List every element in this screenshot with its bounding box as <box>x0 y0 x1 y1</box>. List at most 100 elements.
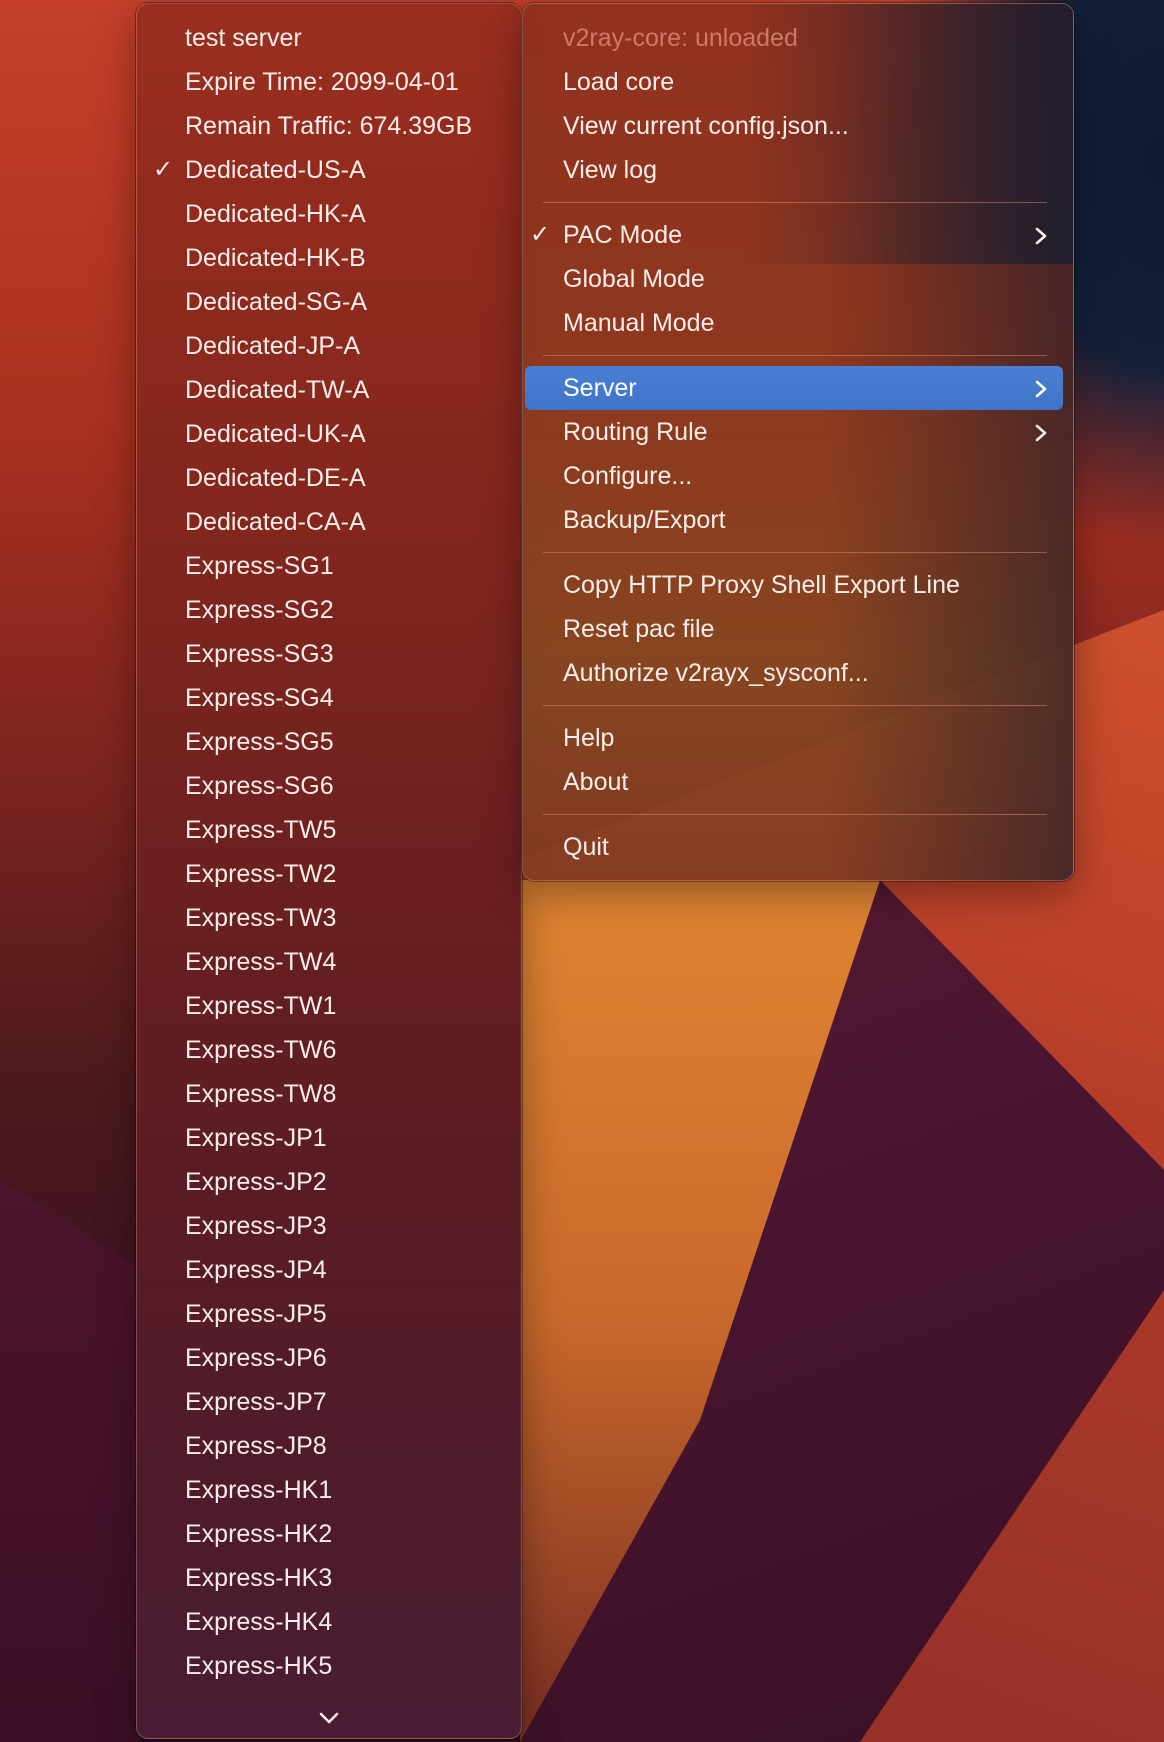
server-info-name[interactable]: test server <box>137 16 521 60</box>
server-item[interactable]: Express-JP8 <box>137 1424 521 1468</box>
core-status-label: v2ray-core: unloaded <box>563 24 798 52</box>
server-item-label: Express-TW5 <box>185 816 337 844</box>
server-item[interactable]: Dedicated-SG-A <box>137 280 521 324</box>
server-item-label: Dedicated-US-A <box>185 156 366 184</box>
server-item-label: Express-HK4 <box>185 1608 333 1636</box>
scroll-down-arrow[interactable] <box>137 1704 521 1728</box>
help-label: Help <box>563 724 615 752</box>
menu-item-view-config[interactable]: View current config.json... <box>525 104 1063 148</box>
menu-separator <box>543 814 1047 815</box>
menu-item-reset-pac[interactable]: Reset pac file <box>525 607 1063 651</box>
copy-http-proxy-label: Copy HTTP Proxy Shell Export Line <box>563 571 960 599</box>
menu-item-manual-mode[interactable]: Manual Mode <box>525 301 1063 345</box>
server-info-remain-traffic[interactable]: Remain Traffic: 674.39GB <box>137 104 521 148</box>
server-item[interactable]: Express-TW8 <box>137 1072 521 1116</box>
server-item[interactable]: Express-JP5 <box>137 1292 521 1336</box>
server-item[interactable]: Dedicated-CA-A <box>137 500 521 544</box>
menu-item-copy-http-proxy[interactable]: Copy HTTP Proxy Shell Export Line <box>525 563 1063 607</box>
server-item[interactable]: Express-TW4 <box>137 940 521 984</box>
server-item[interactable]: Dedicated-DE-A <box>137 456 521 500</box>
server-item-label: Express-HK3 <box>185 1564 333 1592</box>
menu-item-view-log[interactable]: View log <box>525 148 1063 192</box>
server-item[interactable]: Express-JP2 <box>137 1160 521 1204</box>
server-item-label: Express-HK2 <box>185 1520 333 1548</box>
menu-item-load-core[interactable]: Load core <box>525 60 1063 104</box>
pac-mode-label: PAC Mode <box>563 221 683 249</box>
menu-item-global-mode[interactable]: Global Mode <box>525 257 1063 301</box>
server-item[interactable]: Express-TW5 <box>137 808 521 852</box>
chevron-down-icon <box>319 1702 339 1731</box>
menu-separator <box>543 552 1047 553</box>
chevron-right-icon <box>1035 366 1049 410</box>
server-item[interactable]: Express-SG3 <box>137 632 521 676</box>
server-item-label: Express-JP8 <box>185 1432 327 1460</box>
server-item[interactable]: Express-JP1 <box>137 1116 521 1160</box>
load-core-label: Load core <box>563 68 675 96</box>
chevron-right-icon <box>1035 410 1049 454</box>
server-item-label: Express-JP4 <box>185 1256 327 1284</box>
server-info-name-label: test server <box>185 24 302 52</box>
server-item-label: Express-SG1 <box>185 552 334 580</box>
checkmark-icon: ✓ <box>530 221 551 248</box>
server-info-expire-label: Expire Time: 2099-04-01 <box>185 68 459 96</box>
server-item-label: Express-JP3 <box>185 1212 327 1240</box>
menu-item-backup-export[interactable]: Backup/Export <box>525 498 1063 542</box>
authorize-label: Authorize v2rayx_sysconf... <box>563 659 869 687</box>
server-item[interactable]: Express-SG5 <box>137 720 521 764</box>
server-info-expire-time[interactable]: Expire Time: 2099-04-01 <box>137 60 521 104</box>
menu-separator <box>543 202 1047 203</box>
server-item-label: Express-TW1 <box>185 992 337 1020</box>
server-item[interactable]: Express-SG2 <box>137 588 521 632</box>
v2rayx-status-menu: v2ray-core: unloaded Load core View curr… <box>522 3 1074 881</box>
server-item-label: Express-SG3 <box>185 640 334 668</box>
server-item-label: Express-TW3 <box>185 904 337 932</box>
server-item-label: Express-TW4 <box>185 948 337 976</box>
server-item[interactable]: Express-TW3 <box>137 896 521 940</box>
view-log-label: View log <box>563 156 658 184</box>
chevron-right-icon <box>1035 213 1049 257</box>
server-item[interactable]: Express-HK3 <box>137 1556 521 1600</box>
routing-rule-label: Routing Rule <box>563 418 708 446</box>
server-item[interactable]: Dedicated-JP-A <box>137 324 521 368</box>
server-item-label: Express-JP5 <box>185 1300 327 1328</box>
server-item[interactable]: Express-JP4 <box>137 1248 521 1292</box>
menu-item-configure[interactable]: Configure... <box>525 454 1063 498</box>
menu-item-quit[interactable]: Quit <box>525 825 1063 869</box>
menu-item-pac-mode[interactable]: ✓ PAC Mode <box>525 213 1063 257</box>
menu-item-about[interactable]: About <box>525 760 1063 804</box>
server-item[interactable]: Express-TW2 <box>137 852 521 896</box>
server-item[interactable]: Express-JP3 <box>137 1204 521 1248</box>
server-item[interactable]: Express-SG4 <box>137 676 521 720</box>
menu-separator <box>543 705 1047 706</box>
server-item[interactable]: Express-HK4 <box>137 1600 521 1644</box>
server-item-label: Express-SG6 <box>185 772 334 800</box>
server-item-label: Dedicated-TW-A <box>185 376 370 404</box>
backup-export-label: Backup/Export <box>563 506 726 534</box>
server-item[interactable]: Dedicated-TW-A <box>137 368 521 412</box>
server-item[interactable]: Express-HK1 <box>137 1468 521 1512</box>
server-item[interactable]: Express-JP7 <box>137 1380 521 1424</box>
server-item[interactable]: Express-HK5 <box>137 1644 521 1688</box>
server-item[interactable]: Dedicated-HK-B <box>137 236 521 280</box>
menu-item-help[interactable]: Help <box>525 716 1063 760</box>
server-item[interactable]: Express-HK2 <box>137 1512 521 1556</box>
server-item[interactable]: Express-TW1 <box>137 984 521 1028</box>
menu-item-routing-rule[interactable]: Routing Rule <box>525 410 1063 454</box>
checkmark-icon: ✓ <box>153 156 174 183</box>
menu-item-authorize[interactable]: Authorize v2rayx_sysconf... <box>525 651 1063 695</box>
server-item-label: Express-SG5 <box>185 728 334 756</box>
menu-item-server[interactable]: Server <box>525 366 1063 410</box>
server-item[interactable]: Express-TW6 <box>137 1028 521 1072</box>
quit-label: Quit <box>563 833 609 861</box>
server-item[interactable]: Express-SG1 <box>137 544 521 588</box>
server-item-label: Dedicated-DE-A <box>185 464 366 492</box>
server-item[interactable]: Dedicated-UK-A <box>137 412 521 456</box>
server-item[interactable]: Express-JP6 <box>137 1336 521 1380</box>
server-item[interactable]: ✓ Dedicated-US-A <box>137 148 521 192</box>
server-item[interactable]: Express-SG6 <box>137 764 521 808</box>
server-info-traffic-label: Remain Traffic: 674.39GB <box>185 112 473 140</box>
server-item-label: Express-JP6 <box>185 1344 327 1372</box>
server-item-label: Express-SG4 <box>185 684 334 712</box>
server-item[interactable]: Dedicated-HK-A <box>137 192 521 236</box>
server-item-label: Express-JP7 <box>185 1388 327 1416</box>
